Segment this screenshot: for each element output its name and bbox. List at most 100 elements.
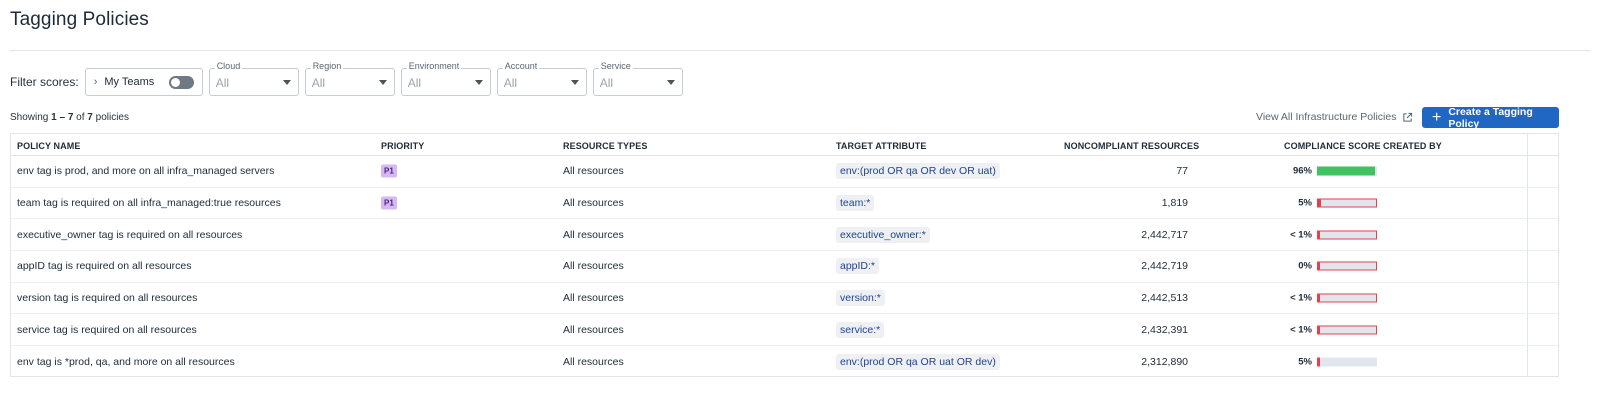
col-compliance-score[interactable]: COMPLIANCE SCORE bbox=[1284, 141, 1381, 151]
view-all-policies-link[interactable]: View All Infrastructure Policies bbox=[1256, 111, 1413, 123]
resource-types: All resources bbox=[563, 292, 624, 305]
noncompliant-count: 77 bbox=[1176, 165, 1188, 178]
target-attribute-chip: version:* bbox=[836, 290, 885, 307]
target-attribute-chip: appID:* bbox=[836, 258, 880, 275]
resource-types: All resources bbox=[563, 260, 624, 273]
policy-name[interactable]: service tag is required on all resources bbox=[17, 324, 197, 336]
table-row[interactable]: team tag is required on all infra_manage… bbox=[11, 188, 1558, 220]
caret-down-icon bbox=[474, 80, 483, 85]
filter-label: Filter scores: bbox=[10, 75, 79, 89]
count-suffix: policies bbox=[92, 112, 129, 123]
noncompliant-count: 2,312,890 bbox=[1141, 355, 1188, 368]
table-row[interactable]: env tag is *prod, qa, and more on all re… bbox=[11, 346, 1558, 378]
compliance-bar bbox=[1317, 325, 1377, 335]
compliance-bar-fill bbox=[1318, 294, 1320, 302]
target-attribute-chip: env:(prod OR qa OR uat OR dev) bbox=[836, 353, 1000, 370]
compliance-bar-fill bbox=[1317, 166, 1375, 176]
col-policy-name[interactable]: POLICY NAME bbox=[17, 141, 80, 151]
account-select-label: Account bbox=[502, 61, 540, 72]
table-row[interactable]: appID tag is required on all resources Al… bbox=[11, 251, 1558, 283]
resource-types: All resources bbox=[563, 323, 624, 336]
resource-types: All resources bbox=[563, 165, 624, 178]
target-attribute-chip: team:* bbox=[836, 195, 875, 212]
policy-name[interactable]: appID tag is required on all resources bbox=[17, 260, 192, 272]
resource-types: All resources bbox=[563, 228, 624, 241]
policy-name[interactable]: team tag is required on all infra_manage… bbox=[17, 197, 281, 209]
policy-name[interactable]: version tag is required on all resources bbox=[17, 292, 197, 304]
account-select-value: All bbox=[503, 76, 518, 90]
cloud-select-label: Cloud bbox=[214, 61, 243, 72]
create-tagging-policy-button[interactable]: + Create a Tagging Policy bbox=[1422, 106, 1559, 130]
compliance-score: < 1% bbox=[1284, 229, 1377, 240]
compliance-bar-fill bbox=[1318, 199, 1321, 207]
compliance-bar-fill bbox=[1318, 231, 1320, 239]
compliance-score: 5% bbox=[1284, 356, 1377, 367]
environment-select-label: Environment bbox=[406, 61, 462, 72]
table-row[interactable]: env tag is prod, and more on all infra_m… bbox=[11, 156, 1558, 188]
target-attribute-chip: env:(prod OR qa OR dev OR uat) bbox=[836, 163, 1000, 180]
policy-name[interactable]: env tag is *prod, qa, and more on all re… bbox=[17, 356, 235, 368]
col-target-attribute[interactable]: TARGET ATTRIBUTE bbox=[836, 141, 926, 151]
compliance-score-value: 96% bbox=[1292, 165, 1312, 177]
page-title: Tagging Policies bbox=[10, 9, 149, 30]
compliance-score: < 1% bbox=[1284, 293, 1377, 304]
my-teams-filter[interactable]: › My Teams bbox=[84, 68, 203, 96]
compliance-bar bbox=[1317, 166, 1377, 176]
cloud-select[interactable]: Cloud All bbox=[208, 61, 299, 96]
compliance-score-value: < 1% bbox=[1290, 229, 1312, 241]
priority-badge: P1 bbox=[381, 164, 397, 178]
service-select-value: All bbox=[599, 76, 614, 90]
environment-select[interactable]: Environment All bbox=[400, 61, 491, 96]
view-all-label: View All Infrastructure Policies bbox=[1256, 111, 1397, 123]
region-select[interactable]: Region All bbox=[304, 61, 395, 96]
policy-count: Showing 1 – 7 of 7 policies bbox=[10, 112, 129, 123]
noncompliant-count: 2,442,513 bbox=[1141, 292, 1188, 305]
cloud-select-value: All bbox=[215, 76, 230, 90]
plus-icon: + bbox=[1432, 108, 1442, 126]
compliance-bar bbox=[1317, 261, 1377, 271]
compliance-score-value: 0% bbox=[1298, 260, 1312, 272]
col-noncompliant[interactable]: NONCOMPLIANT RESOURCES bbox=[1064, 141, 1199, 151]
table-row[interactable]: version tag is required on all resources… bbox=[11, 283, 1558, 315]
col-priority[interactable]: PRIORITY bbox=[381, 141, 424, 151]
policies-table: POLICY NAME PRIORITY RESOURCE TYPES TARG… bbox=[10, 133, 1559, 377]
compliance-bar-fill bbox=[1318, 262, 1320, 270]
compliance-score: 5% bbox=[1284, 198, 1377, 209]
compliance-bar bbox=[1317, 357, 1377, 367]
count-prefix: Showing bbox=[10, 112, 52, 123]
noncompliant-count: 1,819 bbox=[1161, 197, 1188, 210]
table-header: POLICY NAME PRIORITY RESOURCE TYPES TARG… bbox=[11, 134, 1558, 156]
policy-name[interactable]: executive_owner tag is required on all r… bbox=[17, 229, 242, 241]
table-row[interactable]: executive_owner tag is required on all r… bbox=[11, 219, 1558, 252]
compliance-bar-fill bbox=[1318, 326, 1320, 334]
compliance-bar-fill bbox=[1317, 357, 1320, 367]
col-resource-types[interactable]: RESOURCE TYPES bbox=[563, 141, 647, 151]
compliance-bar bbox=[1317, 230, 1377, 240]
resource-types: All resources bbox=[563, 355, 624, 368]
service-select[interactable]: Service All bbox=[592, 61, 683, 96]
compliance-score-value: 5% bbox=[1298, 197, 1312, 209]
caret-down-icon bbox=[570, 80, 579, 85]
compliance-bar bbox=[1317, 198, 1377, 208]
noncompliant-count: 2,432,391 bbox=[1141, 323, 1188, 336]
col-created-by[interactable]: CREATED BY bbox=[1383, 141, 1442, 151]
environment-select-value: All bbox=[407, 76, 422, 90]
table-body: env tag is prod, and more on all infra_m… bbox=[11, 156, 1558, 378]
region-select-value: All bbox=[311, 76, 326, 90]
table-row[interactable]: service tag is required on all resources… bbox=[11, 314, 1558, 347]
count-mid: of bbox=[73, 112, 88, 123]
target-attribute-chip: executive_owner:* bbox=[836, 226, 930, 243]
external-link-icon bbox=[1403, 112, 1413, 122]
noncompliant-count: 2,442,717 bbox=[1141, 228, 1188, 241]
noncompliant-count: 2,442,719 bbox=[1141, 260, 1188, 273]
compliance-score-value: < 1% bbox=[1290, 324, 1312, 336]
my-teams-toggle[interactable] bbox=[168, 75, 194, 89]
account-select[interactable]: Account All bbox=[496, 61, 587, 96]
compliance-score: 0% bbox=[1284, 261, 1377, 272]
policy-name[interactable]: env tag is prod, and more on all infra_m… bbox=[17, 165, 274, 177]
chevron-right-icon: › bbox=[93, 76, 98, 88]
compliance-score-value: < 1% bbox=[1290, 292, 1312, 304]
compliance-score-value: 5% bbox=[1298, 356, 1312, 368]
count-range: 1 – 7 bbox=[51, 112, 74, 123]
caret-down-icon bbox=[282, 80, 291, 85]
